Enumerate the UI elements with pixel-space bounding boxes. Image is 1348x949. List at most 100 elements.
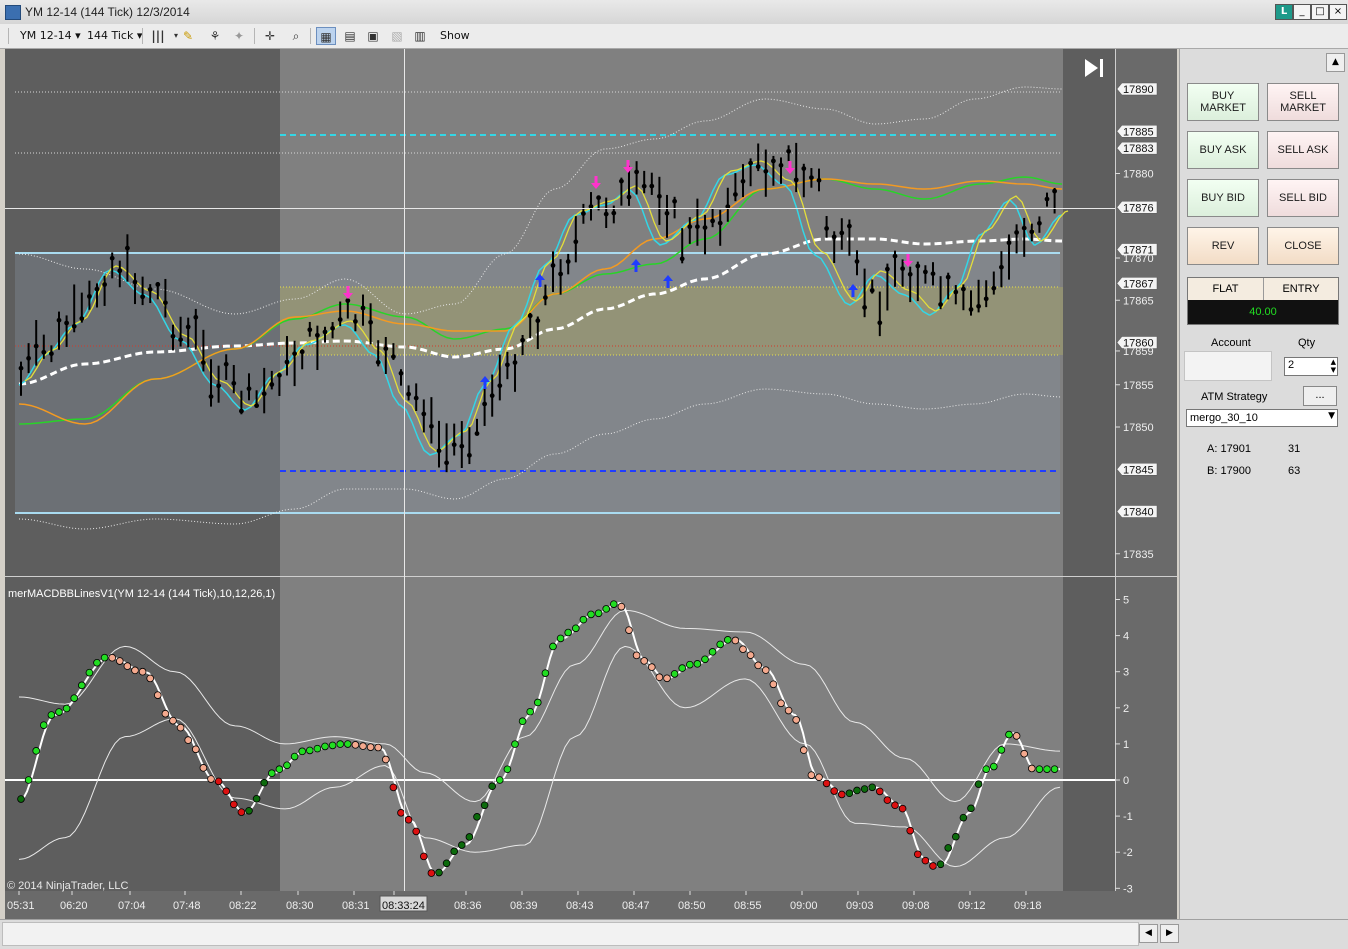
bar-close-dot [543,295,548,300]
time-label: 09:12 [958,900,986,912]
minimize-button[interactable]: _ [1293,4,1311,20]
bar-close-dot [383,346,389,352]
indicator-label: merMACDBBLinesV1(YM 12-14 (144 Tick),10,… [8,588,275,600]
bar-close-dot [216,383,222,389]
macd-dot [906,826,914,835]
macd-dot [792,716,800,724]
bar-close-dot [429,423,434,429]
macd-dot [222,787,231,796]
strategy-icon[interactable]: ✦ [229,27,249,45]
close-position-button[interactable]: CLOSE [1267,227,1339,265]
macd-dot [267,769,276,778]
time-label: 08:39 [510,900,538,912]
macd-dot [39,721,48,729]
sell-ask-button[interactable]: SELL ASK [1267,131,1339,169]
entry-value: 40.00 [1188,300,1338,324]
bar-close-dot [421,411,427,417]
macd-dot [78,681,86,690]
bar-close-dot [535,318,541,324]
sell-bid-button[interactable]: SELL BID [1267,179,1339,217]
bar-close-dot [763,168,769,174]
bar-close-dot [375,359,381,365]
price-shaded-right [1063,49,1115,576]
time-label: 05:31 [7,900,35,912]
bar-close-dot [41,349,47,355]
indicator-tick-label: -1 [1123,811,1133,823]
bar-type-icon[interactable]: ||| [148,27,168,45]
reverse-button[interactable]: REV [1187,227,1259,265]
scroll-right-icon[interactable]: ▶ [1160,924,1179,943]
macd-dot [579,615,588,624]
maximize-button[interactable]: □ [1311,4,1329,20]
price-tick-label: 17850 [1123,422,1154,434]
bar-close-dot [505,362,510,368]
bar-close-dot [991,285,997,291]
atm-strategy-select[interactable]: mergo_30_10 ▼ [1186,409,1338,427]
indicator-icon[interactable]: ⚘ [205,27,225,45]
bar-close-dot [923,269,928,275]
bar-close-dot [1006,240,1012,246]
chart-area[interactable]: 1789017885178831788017876178711787017867… [5,49,1177,919]
macd-dot [526,707,534,716]
macd-dot [571,624,580,633]
pencil-draw-icon[interactable]: ✎ [178,27,198,45]
bar-close-dot [816,177,822,183]
macd-dot [1012,732,1021,740]
indicator-tick-label: 3 [1123,667,1129,679]
bar-close-dot [953,289,959,295]
macd-dot [533,698,542,707]
price-tick-label: 17890 [1123,84,1154,96]
chart-trader-icon[interactable]: ▦ [316,27,336,45]
buy-market-button[interactable]: BUY MARKET [1187,83,1259,121]
panel-scroll-up-icon[interactable]: ▲ [1326,53,1345,72]
macd-dot [830,787,838,795]
qty-input[interactable]: 2 ▲ ▼ [1284,357,1338,376]
horizontal-scrollbar[interactable]: ◀ ▶ [0,919,1348,949]
instrument-selector[interactable]: YM 12-14 ▾ [20,27,81,45]
macd-dot [70,694,78,702]
bar-close-dot [679,256,685,262]
template-icon[interactable]: ▧ [387,27,407,45]
bar-close-dot [239,408,244,414]
qty-spinner-icon[interactable]: ▲ ▼ [1331,358,1336,374]
show-button[interactable]: Show [440,27,470,45]
macd-dot [807,771,816,779]
bar-close-dot [793,177,799,183]
macd-dot [154,691,162,699]
macd-dot [617,602,626,611]
bar-close-dot [223,361,229,367]
buy-bid-button[interactable]: BUY BID [1187,179,1259,217]
bar-close-dot [413,395,419,401]
buy-ask-button[interactable]: BUY ASK [1187,131,1259,169]
scroll-left-icon[interactable]: ◀ [1139,924,1158,943]
price-tick-label: 17870 [1123,253,1154,265]
chevron-down-icon[interactable]: ▼ [1328,411,1335,421]
macd-dot [640,657,648,665]
macd-dot [1028,764,1036,773]
link-button[interactable]: L [1275,4,1293,20]
data-box-icon[interactable]: ▤ [340,27,360,45]
close-window-button[interactable]: × [1329,4,1347,20]
price-tick-label: 17859 [1123,346,1154,358]
chart-properties-icon[interactable]: ▣ [363,27,383,45]
macd-dot [435,868,443,877]
workspace-icon[interactable]: ▥ [410,27,430,45]
bar-close-dot [231,380,237,386]
macd-dot [913,850,922,859]
price-tick-label: 17865 [1123,295,1154,307]
scrollbar-track[interactable] [2,922,1139,946]
bar-close-dot [201,360,206,365]
interval-selector[interactable]: 144 Tick ▾ [87,27,142,45]
macd-dot [967,804,975,813]
macd-dot [465,833,474,841]
account-select[interactable] [1184,351,1272,381]
sell-market-button[interactable]: SELL MARKET [1267,83,1339,121]
crosshair-icon[interactable]: ✛ [260,27,280,45]
atm-more-button[interactable]: ... [1303,386,1337,406]
indicator-tick-label: 2 [1123,703,1129,715]
macd-dot [450,847,459,856]
macd-dot [587,610,595,619]
bar-close-dot [497,383,503,389]
macd-dot [283,761,291,770]
zoom-icon[interactable]: ⌕ [286,27,306,45]
